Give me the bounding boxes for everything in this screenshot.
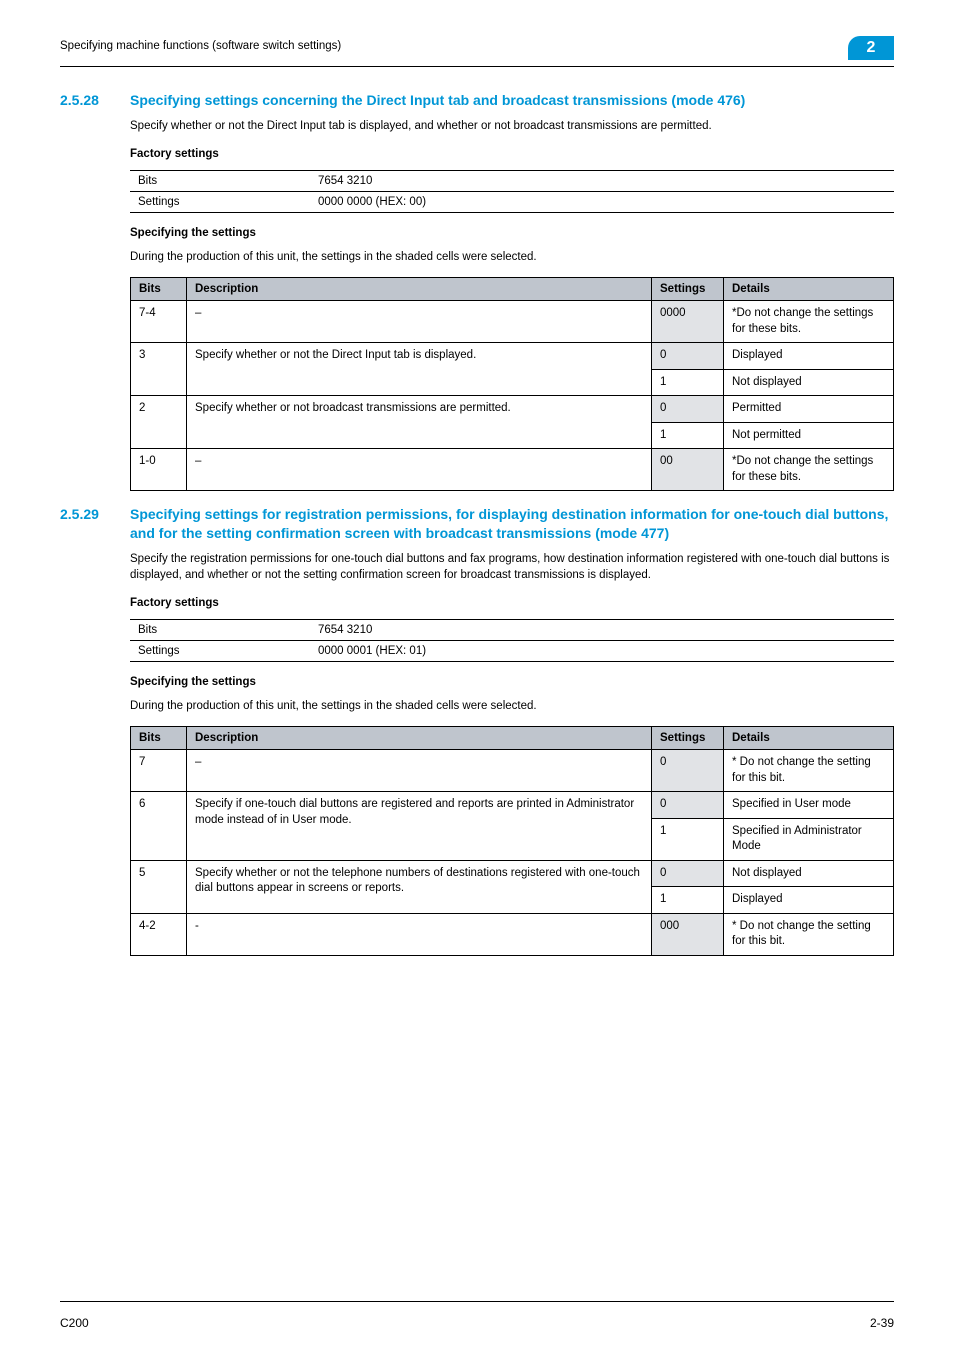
section-body: Specify whether or not the Direct Input … (130, 118, 894, 491)
cell-details: Not displayed (724, 860, 894, 887)
cell-value: 7654 3210 (310, 620, 894, 641)
factory-settings-heading: Factory settings (130, 148, 894, 160)
cell-details: *Do not change the settings for these bi… (724, 301, 894, 343)
cell-settings: 00 (652, 449, 724, 491)
section-heading: 2.5.28 Specifying settings concerning th… (60, 91, 894, 110)
section-heading: 2.5.29 Specifying settings for registrat… (60, 505, 894, 543)
footer-right: 2-39 (870, 1316, 894, 1330)
col-bits: Bits (131, 727, 187, 750)
cell-value: 0000 0001 (HEX: 01) (310, 641, 894, 662)
cell-settings: 1 (652, 887, 724, 914)
cell-settings: 1 (652, 422, 724, 449)
cell-bits: 1-0 (131, 449, 187, 491)
col-details: Details (724, 278, 894, 301)
cell-desc: Specify whether or not the telephone num… (187, 860, 652, 913)
spec-intro-paragraph: During the production of this unit, the … (130, 698, 894, 714)
cell-settings: 0 (652, 750, 724, 792)
section-number: 2.5.29 (60, 505, 130, 522)
cell-details: Displayed (724, 887, 894, 914)
cell-details: * Do not change the setting for this bit… (724, 750, 894, 792)
cell-details: Specified in Administrator Mode (724, 818, 894, 860)
section-title: Specifying settings for registration per… (130, 505, 894, 543)
cell-desc: Specify whether or not the Direct Input … (187, 343, 652, 396)
cell-details: *Do not change the settings for these bi… (724, 449, 894, 491)
table-row: 4-2 - 000 * Do not change the setting fo… (131, 913, 894, 955)
table-row: 1-0 – 00 *Do not change the settings for… (131, 449, 894, 491)
footer-left: C200 (60, 1316, 89, 1330)
cell-bits: 4-2 (131, 913, 187, 955)
table-row: Settings 0000 0000 (HEX: 00) (130, 191, 894, 212)
spec-intro-paragraph: During the production of this unit, the … (130, 249, 894, 265)
table-row: 2 Specify whether or not broadcast trans… (131, 396, 894, 423)
col-settings: Settings (652, 278, 724, 301)
cell-desc: – (187, 301, 652, 343)
cell-key: Settings (130, 191, 310, 212)
cell-desc: - (187, 913, 652, 955)
table-row: 6 Specify if one-touch dial buttons are … (131, 792, 894, 819)
factory-settings-table: Bits 7654 3210 Settings 0000 0001 (HEX: … (130, 619, 894, 662)
cell-settings: 000 (652, 913, 724, 955)
chapter-number-badge: 2 (848, 36, 894, 60)
col-details: Details (724, 727, 894, 750)
cell-desc: Specify if one-touch dial buttons are re… (187, 792, 652, 861)
cell-settings: 0 (652, 396, 724, 423)
cell-settings: 1 (652, 369, 724, 396)
running-title: Specifying machine functions (software s… (60, 40, 341, 52)
cell-bits: 7 (131, 750, 187, 792)
cell-details: Permitted (724, 396, 894, 423)
cell-details: Not displayed (724, 369, 894, 396)
spec-table: Bits Description Settings Details 7-4 – … (130, 277, 894, 491)
cell-value: 7654 3210 (310, 170, 894, 191)
cell-desc: – (187, 449, 652, 491)
intro-paragraph: Specify the registration permissions for… (130, 551, 894, 583)
cell-settings: 0 (652, 860, 724, 887)
cell-details: Specified in User mode (724, 792, 894, 819)
cell-desc: Specify whether or not broadcast transmi… (187, 396, 652, 449)
spec-settings-heading: Specifying the settings (130, 227, 894, 239)
page-footer: C200 2-39 (60, 1316, 894, 1330)
table-row: 5 Specify whether or not the telephone n… (131, 860, 894, 887)
cell-settings: 0 (652, 343, 724, 370)
page-container: Specifying machine functions (software s… (0, 0, 954, 1350)
table-header-row: Bits Description Settings Details (131, 727, 894, 750)
table-header-row: Bits Description Settings Details (131, 278, 894, 301)
cell-settings: 0000 (652, 301, 724, 343)
col-description: Description (187, 727, 652, 750)
cell-details: * Do not change the setting for this bit… (724, 913, 894, 955)
spec-table: Bits Description Settings Details 7 – 0 … (130, 726, 894, 956)
cell-key: Bits (130, 170, 310, 191)
cell-bits: 5 (131, 860, 187, 913)
cell-desc: – (187, 750, 652, 792)
cell-key: Bits (130, 620, 310, 641)
header-rule (60, 66, 894, 67)
section-body: Specify the registration permissions for… (130, 551, 894, 956)
col-bits: Bits (131, 278, 187, 301)
table-row: 3 Specify whether or not the Direct Inpu… (131, 343, 894, 370)
spec-settings-heading: Specifying the settings (130, 676, 894, 688)
cell-settings: 1 (652, 818, 724, 860)
col-settings: Settings (652, 727, 724, 750)
table-row: Bits 7654 3210 (130, 620, 894, 641)
cell-settings: 0 (652, 792, 724, 819)
footer-rule (60, 1301, 894, 1302)
table-row: 7-4 – 0000 *Do not change the settings f… (131, 301, 894, 343)
factory-settings-heading: Factory settings (130, 597, 894, 609)
cell-bits: 3 (131, 343, 187, 396)
cell-bits: 6 (131, 792, 187, 861)
section-title: Specifying settings concerning the Direc… (130, 91, 894, 110)
cell-details: Not permitted (724, 422, 894, 449)
cell-bits: 7-4 (131, 301, 187, 343)
cell-key: Settings (130, 641, 310, 662)
table-row: Bits 7654 3210 (130, 170, 894, 191)
cell-bits: 2 (131, 396, 187, 449)
col-description: Description (187, 278, 652, 301)
cell-value: 0000 0000 (HEX: 00) (310, 191, 894, 212)
cell-details: Displayed (724, 343, 894, 370)
section-number: 2.5.28 (60, 91, 130, 108)
intro-paragraph: Specify whether or not the Direct Input … (130, 118, 894, 134)
factory-settings-table: Bits 7654 3210 Settings 0000 0000 (HEX: … (130, 170, 894, 213)
running-header: Specifying machine functions (software s… (60, 40, 894, 60)
table-row: 7 – 0 * Do not change the setting for th… (131, 750, 894, 792)
table-row: Settings 0000 0001 (HEX: 01) (130, 641, 894, 662)
